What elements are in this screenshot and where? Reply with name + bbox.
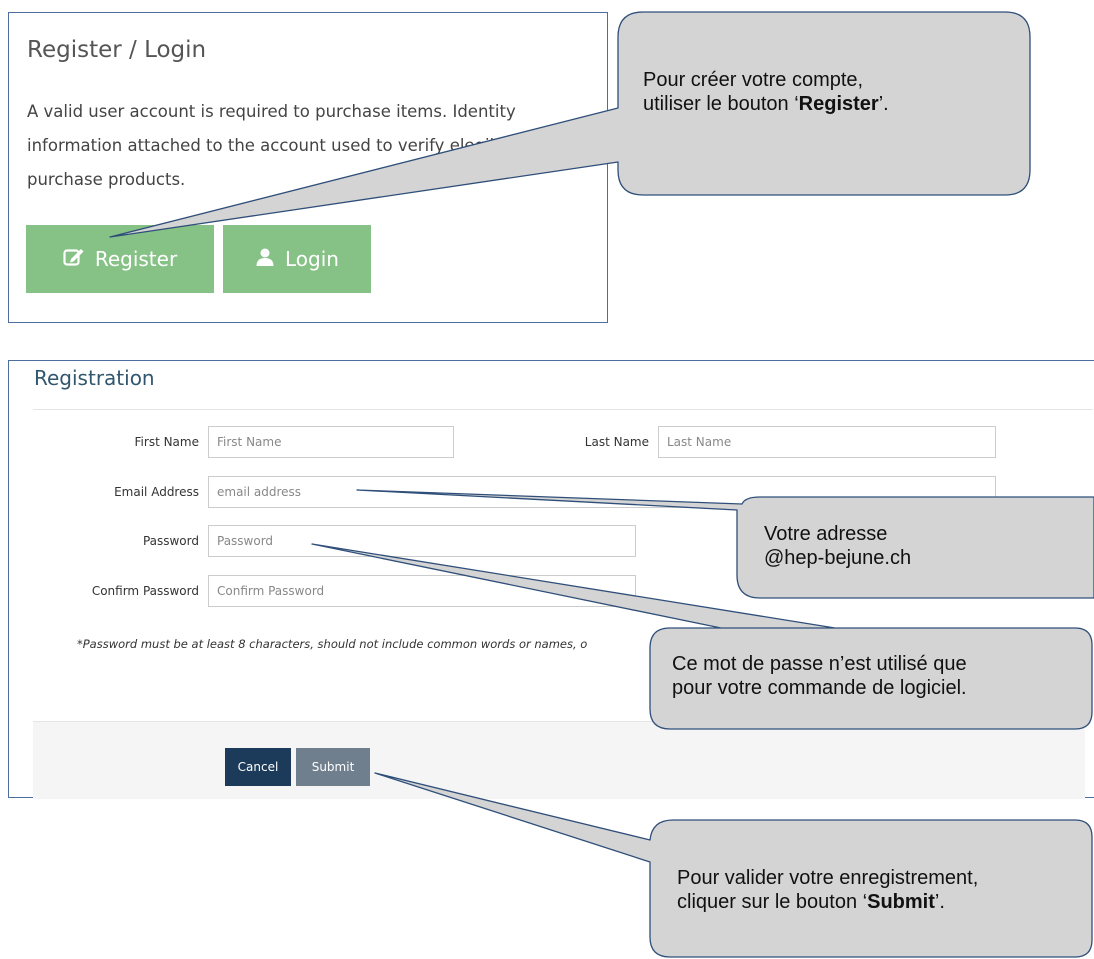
submit-callout: Pour valider votre enregistrement, cliqu… [677,866,978,914]
password-callout: Ce mot de passe n’est utilisé que pour v… [672,652,967,700]
email-callout: Votre adresse @hep-bejune.ch [764,522,911,570]
email-callout-line2: @hep-bejune.ch [764,547,912,569]
email-callout-line1: Votre adresse [764,523,888,545]
submit-callout-line2: cliquer sur le bouton ‘Submit’. [677,891,945,913]
register-callout-bubble [109,11,1031,238]
submit-callout-bubble [374,772,1093,958]
submit-callout-line1: Pour valider votre enregistrement, [677,867,979,889]
register-callout-line2: utiliser le bouton ‘Register’. [643,93,889,115]
register-callout: Pour créer votre compte, utiliser le bou… [643,68,889,116]
register-callout-line1: Pour créer votre compte, [643,69,864,91]
password-callout-line2: pour votre commande de logiciel. [672,677,967,699]
callout-shapes [109,11,1094,958]
email-callout-bubble [356,489,1094,599]
password-callout-line1: Ce mot de passe n’est utilisé que [672,653,967,675]
